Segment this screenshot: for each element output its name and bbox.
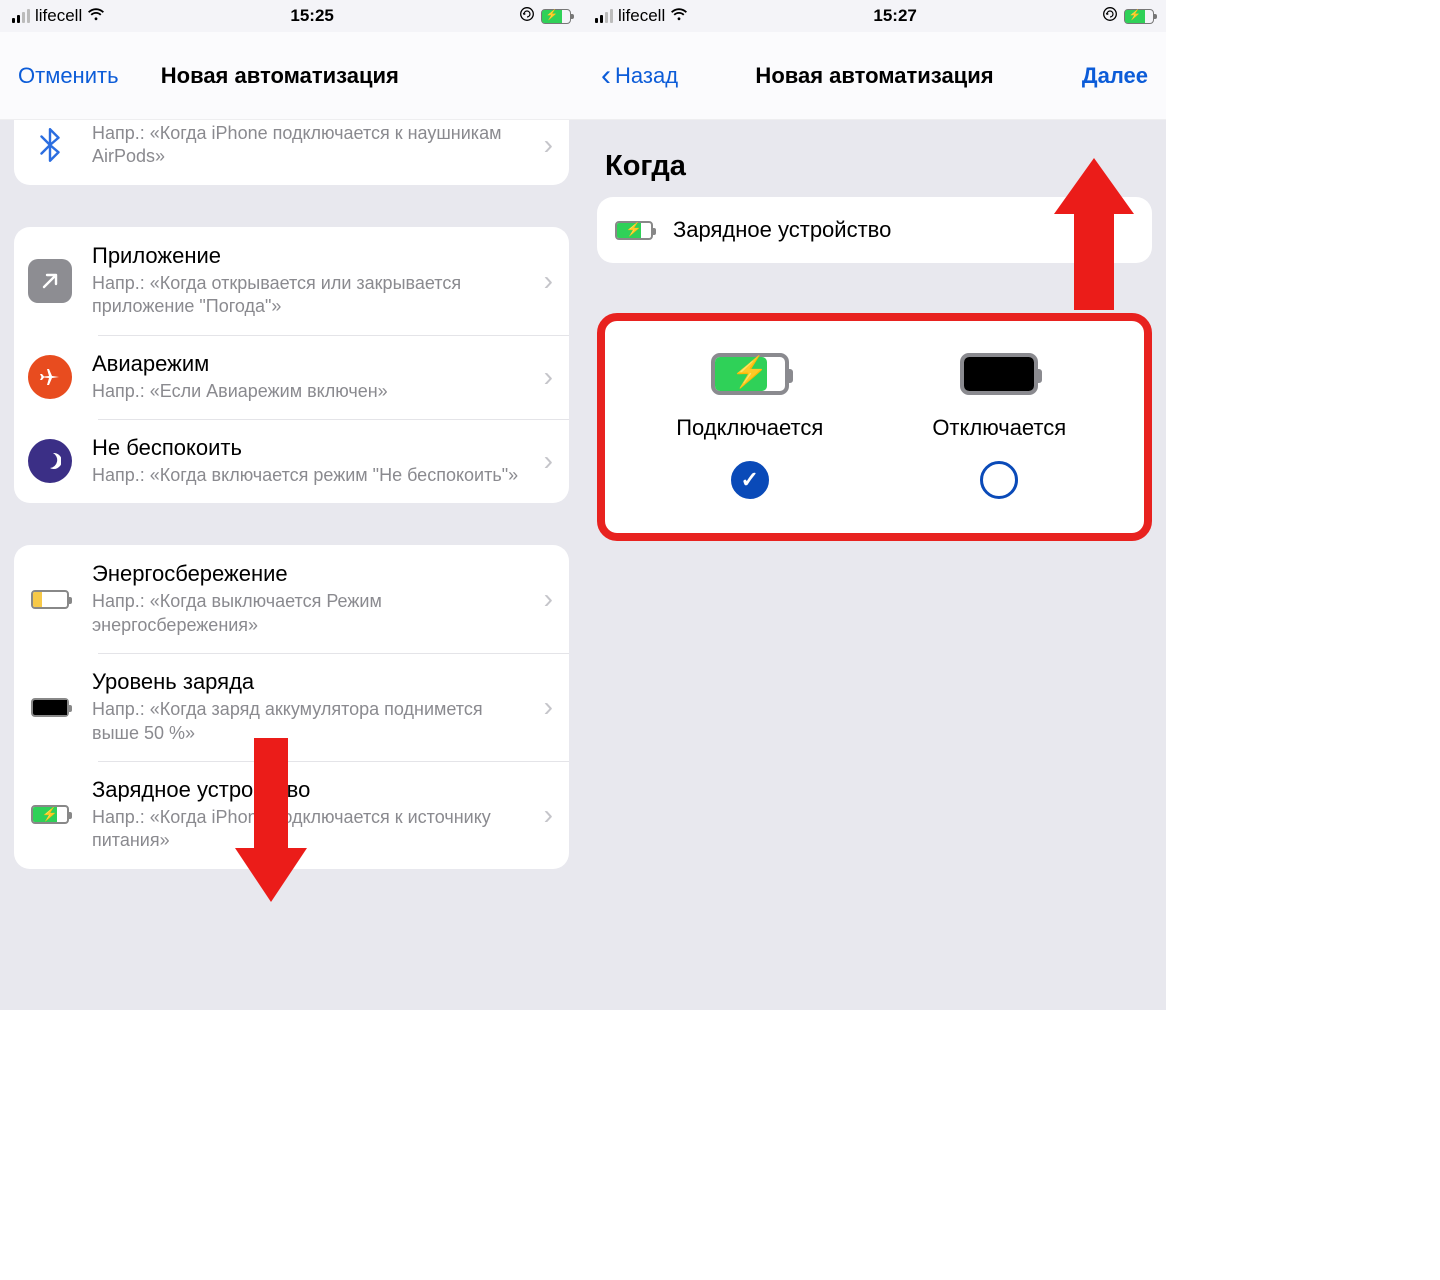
trigger-card-bluetooth: Напр.: «Когда iPhone подключается к науш… <box>14 120 569 185</box>
row-dnd[interactable]: Не беспокоить Напр.: «Когда включается р… <box>14 419 569 503</box>
back-button[interactable]: ‹ Назад <box>601 61 678 91</box>
cell-signal-icon <box>12 9 30 23</box>
row-title: Авиарежим <box>92 351 532 377</box>
rotation-lock-icon <box>1102 6 1118 26</box>
trigger-card-group-3: Энергосбережение Напр.: «Когда выключает… <box>14 545 569 868</box>
row-subtitle: Напр.: «Когда выключается Режим энергосб… <box>92 590 532 637</box>
row-airplane[interactable]: Авиарежим Напр.: «Если Авиарежим включен… <box>14 335 569 419</box>
chevron-right-icon: › <box>544 583 553 615</box>
row-title: Уровень заряда <box>92 669 532 695</box>
status-time: 15:27 <box>873 6 916 26</box>
row-subtitle: Напр.: «Когда iPhone подключается к науш… <box>92 122 532 169</box>
battery-charging-icon: ⚡ <box>711 353 789 395</box>
back-label: Назад <box>615 63 678 89</box>
rotation-lock-icon <box>519 6 535 26</box>
nav-bar: ‹ Назад Новая автоматизация Далее <box>583 32 1166 120</box>
chevron-right-icon: › <box>544 691 553 723</box>
row-title: Зарядное устройство <box>92 777 532 803</box>
option-label: Подключается <box>676 415 823 441</box>
row-level[interactable]: Уровень заряда Напр.: «Когда заряд аккум… <box>14 653 569 761</box>
nav-bar: Отменить Новая автоматизация <box>0 32 583 120</box>
option-label: Отключается <box>932 415 1066 441</box>
moon-icon <box>28 439 72 483</box>
row-title: Энергосбережение <box>92 561 532 587</box>
status-bar: lifecell 15:25 ⚡ <box>0 0 583 32</box>
row-subtitle: Напр.: «Если Авиарежим включен» <box>92 380 532 403</box>
row-title: Приложение <box>92 243 532 269</box>
battery-low-icon <box>28 577 72 621</box>
battery-full-icon <box>28 685 72 729</box>
app-open-icon <box>28 259 72 303</box>
battery-charging-icon: ⚡ <box>1124 9 1154 24</box>
chevron-right-icon: › <box>544 445 553 477</box>
chevron-right-icon: › <box>544 265 553 297</box>
next-button[interactable]: Далее <box>1082 63 1148 89</box>
radio-unselected[interactable] <box>980 461 1018 499</box>
row-subtitle: Напр.: «Когда включается режим "Не беспо… <box>92 464 532 487</box>
cell-signal-icon <box>595 9 613 23</box>
trigger-card-group-2: Приложение Напр.: «Когда открывается или… <box>14 227 569 504</box>
radio-selected[interactable]: ✓ <box>731 461 769 499</box>
screenshot-right: lifecell 15:27 ⚡ ‹ Назад Новая автоматиз… <box>583 0 1166 1010</box>
battery-charging-icon: ⚡ <box>28 793 72 837</box>
carrier-label: lifecell <box>35 6 82 26</box>
bluetooth-icon <box>28 123 72 167</box>
chevron-right-icon: › <box>544 129 553 161</box>
chevron-right-icon: › <box>544 799 553 831</box>
battery-full-icon <box>960 353 1038 395</box>
wifi-icon <box>670 7 688 26</box>
status-bar: lifecell 15:27 ⚡ <box>583 0 1166 32</box>
airplane-icon <box>28 355 72 399</box>
row-subtitle: Напр.: «Когда открывается или закрываетс… <box>92 272 532 319</box>
page-title: Новая автоматизация <box>161 63 399 89</box>
option-connects[interactable]: ⚡ Подключается ✓ <box>625 353 875 499</box>
carrier-label: lifecell <box>618 6 665 26</box>
screenshot-left: lifecell 15:25 ⚡ Отменить Новая автомати… <box>0 0 583 1010</box>
row-subtitle: Напр.: «Когда заряд аккумулятора подниме… <box>92 698 532 745</box>
option-disconnects[interactable]: Отключается <box>875 353 1125 499</box>
page-title: Новая автоматизация <box>755 63 993 89</box>
options-card: ⚡ Подключается ✓ Отключается <box>597 313 1152 541</box>
row-title: Не беспокоить <box>92 435 532 461</box>
cancel-button[interactable]: Отменить <box>18 63 119 89</box>
chevron-left-icon: ‹ <box>601 61 611 91</box>
trigger-name: Зарядное устройство <box>673 217 891 243</box>
row-subtitle: Напр.: «Когда iPhone подключается к исто… <box>92 806 532 853</box>
battery-charging-icon: ⚡ <box>615 221 653 240</box>
row-lowpower[interactable]: Энергосбережение Напр.: «Когда выключает… <box>14 545 569 653</box>
battery-charging-icon: ⚡ <box>541 9 571 24</box>
wifi-icon <box>87 7 105 26</box>
row-app[interactable]: Приложение Напр.: «Когда открывается или… <box>14 227 569 335</box>
status-time: 15:25 <box>290 6 333 26</box>
chevron-right-icon: › <box>544 361 553 393</box>
